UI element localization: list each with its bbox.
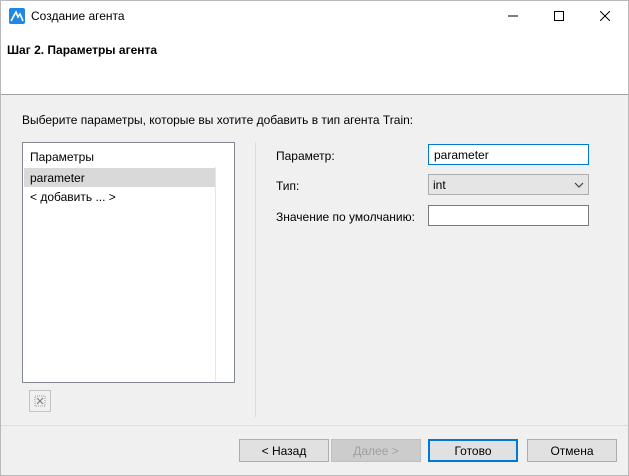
type-label: Тип: bbox=[276, 179, 300, 193]
list-column-divider bbox=[215, 167, 216, 381]
window-title: Создание агента bbox=[31, 9, 125, 23]
list-item-parameter[interactable]: parameter bbox=[24, 168, 215, 187]
minimize-icon bbox=[508, 15, 518, 17]
type-select[interactable]: int bbox=[428, 174, 589, 195]
delete-icon bbox=[34, 395, 46, 407]
dialog-window: Создание агента Шаг 2. Параметры агента … bbox=[0, 0, 629, 476]
cancel-button[interactable]: Отмена bbox=[527, 439, 617, 462]
instruction-text: Выберите параметры, которые вы хотите до… bbox=[22, 113, 414, 127]
next-button[interactable]: Далее > bbox=[331, 439, 421, 462]
back-button[interactable]: < Назад bbox=[239, 439, 329, 462]
param-name-label: Параметр: bbox=[276, 149, 335, 163]
remove-parameter-button[interactable] bbox=[29, 390, 51, 412]
list-item-label: parameter bbox=[30, 171, 85, 185]
wizard-header: Шаг 2. Параметры агента bbox=[1, 31, 628, 95]
close-icon bbox=[600, 11, 610, 21]
title-bar[interactable]: Создание агента bbox=[1, 1, 628, 31]
anylogic-app-icon bbox=[9, 8, 25, 24]
minimize-button[interactable] bbox=[490, 1, 536, 31]
chevron-down-icon bbox=[574, 182, 584, 188]
default-value-label: Значение по умолчанию: bbox=[276, 210, 415, 224]
close-button[interactable] bbox=[582, 1, 628, 31]
default-value-input[interactable] bbox=[428, 205, 589, 226]
step-title: Шаг 2. Параметры агента bbox=[7, 43, 158, 57]
list-item-add[interactable]: < добавить ... > bbox=[30, 190, 116, 204]
type-select-value: int bbox=[433, 178, 446, 192]
maximize-button[interactable] bbox=[536, 1, 582, 31]
maximize-icon bbox=[554, 11, 564, 21]
parameter-list-header: Параметры bbox=[30, 150, 94, 164]
finish-button[interactable]: Готово bbox=[428, 439, 518, 462]
footer-divider bbox=[1, 425, 628, 426]
panel-divider bbox=[255, 142, 256, 417]
parameter-list[interactable]: Параметры parameter < добавить ... > bbox=[22, 142, 235, 383]
param-name-input[interactable] bbox=[428, 144, 589, 165]
